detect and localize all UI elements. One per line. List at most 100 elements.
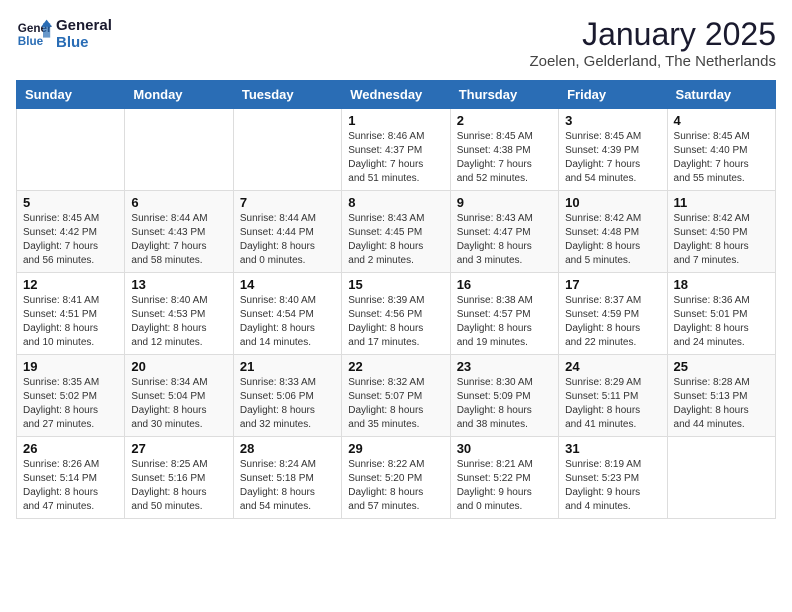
- day-number: 10: [565, 195, 660, 210]
- day-info: Sunrise: 8:46 AM Sunset: 4:37 PM Dayligh…: [348, 130, 443, 186]
- calendar-week-5: 26 Sunrise: 8:26 AM Sunset: 5:14 PM Dayli…: [17, 437, 776, 519]
- logo: General Blue General Blue: [16, 16, 112, 52]
- calendar-cell: [233, 109, 341, 191]
- day-info: Sunrise: 8:44 AM Sunset: 4:43 PM Dayligh…: [131, 212, 226, 268]
- header: General Blue General Blue January 2025 Z…: [16, 16, 776, 70]
- day-info: Sunrise: 8:34 AM Sunset: 5:04 PM Dayligh…: [131, 376, 226, 432]
- calendar-title: January 2025: [529, 16, 776, 53]
- day-info: Sunrise: 8:42 AM Sunset: 4:48 PM Dayligh…: [565, 212, 660, 268]
- day-info: Sunrise: 8:40 AM Sunset: 4:53 PM Dayligh…: [131, 294, 226, 350]
- day-info: Sunrise: 8:28 AM Sunset: 5:13 PM Dayligh…: [674, 376, 769, 432]
- day-number: 17: [565, 277, 660, 292]
- calendar-cell: 4Sunrise: 8:45 AM Sunset: 4:40 PM Daylig…: [667, 109, 775, 191]
- calendar-cell: 20 Sunrise: 8:34 AM Sunset: 5:04 PM Dayli…: [125, 355, 233, 437]
- day-number: 21: [240, 359, 335, 374]
- weekday-header-sunday: Sunday: [17, 81, 125, 109]
- calendar-cell: 21 Sunrise: 8:33 AM Sunset: 5:06 PM Dayli…: [233, 355, 341, 437]
- day-info: Sunrise: 8:33 AM Sunset: 5:06 PM Dayligh…: [240, 376, 335, 432]
- day-info: Sunrise: 8:30 AM Sunset: 5:09 PM Dayligh…: [457, 376, 552, 432]
- day-info: Sunrise: 8:43 AM Sunset: 4:45 PM Dayligh…: [348, 212, 443, 268]
- day-number: 13: [131, 277, 226, 292]
- logo-icon: General Blue: [16, 16, 52, 52]
- day-info: Sunrise: 8:19 AM Sunset: 5:23 PM Dayligh…: [565, 458, 660, 514]
- calendar-cell: 28 Sunrise: 8:24 AM Sunset: 5:18 PM Dayli…: [233, 437, 341, 519]
- day-number: 23: [457, 359, 552, 374]
- calendar-cell: 14 Sunrise: 8:40 AM Sunset: 4:54 PM Dayli…: [233, 273, 341, 355]
- day-info: Sunrise: 8:29 AM Sunset: 5:11 PM Dayligh…: [565, 376, 660, 432]
- day-info: Sunrise: 8:45 AM Sunset: 4:38 PM Dayligh…: [457, 130, 552, 186]
- calendar-cell: [667, 437, 775, 519]
- day-info: Sunrise: 8:45 AM Sunset: 4:39 PM Dayligh…: [565, 130, 660, 186]
- calendar-cell: 31Sunrise: 8:19 AM Sunset: 5:23 PM Dayli…: [559, 437, 667, 519]
- day-number: 12: [23, 277, 118, 292]
- calendar-cell: [125, 109, 233, 191]
- calendar-cell: 19 Sunrise: 8:35 AM Sunset: 5:02 PM Dayli…: [17, 355, 125, 437]
- calendar-week-3: 12 Sunrise: 8:41 AM Sunset: 4:51 PM Dayli…: [17, 273, 776, 355]
- calendar-week-4: 19 Sunrise: 8:35 AM Sunset: 5:02 PM Dayli…: [17, 355, 776, 437]
- day-number: 14: [240, 277, 335, 292]
- day-number: 16: [457, 277, 552, 292]
- calendar-header: SundayMondayTuesdayWednesdayThursdayFrid…: [17, 81, 776, 109]
- calendar-cell: 13 Sunrise: 8:40 AM Sunset: 4:53 PM Dayli…: [125, 273, 233, 355]
- calendar-week-2: 5 Sunrise: 8:45 AM Sunset: 4:42 PM Daylig…: [17, 191, 776, 273]
- calendar-cell: 10 Sunrise: 8:42 AM Sunset: 4:48 PM Dayli…: [559, 191, 667, 273]
- day-info: Sunrise: 8:43 AM Sunset: 4:47 PM Dayligh…: [457, 212, 552, 268]
- day-info: Sunrise: 8:26 AM Sunset: 5:14 PM Dayligh…: [23, 458, 118, 514]
- day-number: 15: [348, 277, 443, 292]
- calendar-cell: [17, 109, 125, 191]
- day-info: Sunrise: 8:35 AM Sunset: 5:02 PM Dayligh…: [23, 376, 118, 432]
- day-info: Sunrise: 8:21 AM Sunset: 5:22 PM Dayligh…: [457, 458, 552, 514]
- day-number: 2: [457, 113, 552, 128]
- calendar-subtitle: Zoelen, Gelderland, The Netherlands: [529, 53, 776, 70]
- day-info: Sunrise: 8:44 AM Sunset: 4:44 PM Dayligh…: [240, 212, 335, 268]
- calendar-week-1: 1 Sunrise: 8:46 AM Sunset: 4:37 PM Daylig…: [17, 109, 776, 191]
- day-number: 3: [565, 113, 660, 128]
- day-info: Sunrise: 8:40 AM Sunset: 4:54 PM Dayligh…: [240, 294, 335, 350]
- day-number: 20: [131, 359, 226, 374]
- day-number: 25: [674, 359, 769, 374]
- weekday-header-thursday: Thursday: [450, 81, 558, 109]
- day-number: 18: [674, 277, 769, 292]
- calendar-table: SundayMondayTuesdayWednesdayThursdayFrid…: [16, 80, 776, 519]
- day-number: 22: [348, 359, 443, 374]
- day-info: Sunrise: 8:24 AM Sunset: 5:18 PM Dayligh…: [240, 458, 335, 514]
- day-number: 7: [240, 195, 335, 210]
- day-number: 5: [23, 195, 118, 210]
- calendar-cell: 11Sunrise: 8:42 AM Sunset: 4:50 PM Dayli…: [667, 191, 775, 273]
- calendar-cell: 25 Sunrise: 8:28 AM Sunset: 5:13 PM Dayli…: [667, 355, 775, 437]
- calendar-cell: 15Sunrise: 8:39 AM Sunset: 4:56 PM Dayli…: [342, 273, 450, 355]
- calendar-cell: 5 Sunrise: 8:45 AM Sunset: 4:42 PM Daylig…: [17, 191, 125, 273]
- calendar-cell: 9Sunrise: 8:43 AM Sunset: 4:47 PM Daylig…: [450, 191, 558, 273]
- day-number: 24: [565, 359, 660, 374]
- day-number: 19: [23, 359, 118, 374]
- calendar-cell: 22 Sunrise: 8:32 AM Sunset: 5:07 PM Dayli…: [342, 355, 450, 437]
- day-number: 28: [240, 441, 335, 456]
- calendar-cell: 27Sunrise: 8:25 AM Sunset: 5:16 PM Dayli…: [125, 437, 233, 519]
- calendar-header-row: SundayMondayTuesdayWednesdayThursdayFrid…: [17, 81, 776, 109]
- calendar-cell: 12 Sunrise: 8:41 AM Sunset: 4:51 PM Dayli…: [17, 273, 125, 355]
- title-area: January 2025 Zoelen, Gelderland, The Net…: [529, 16, 776, 70]
- day-info: Sunrise: 8:36 AM Sunset: 5:01 PM Dayligh…: [674, 294, 769, 350]
- calendar-cell: 23 Sunrise: 8:30 AM Sunset: 5:09 PM Dayli…: [450, 355, 558, 437]
- calendar-cell: 17Sunrise: 8:37 AM Sunset: 4:59 PM Dayli…: [559, 273, 667, 355]
- day-number: 1: [348, 113, 443, 128]
- calendar-cell: 30Sunrise: 8:21 AM Sunset: 5:22 PM Dayli…: [450, 437, 558, 519]
- day-info: Sunrise: 8:41 AM Sunset: 4:51 PM Dayligh…: [23, 294, 118, 350]
- day-info: Sunrise: 8:45 AM Sunset: 4:42 PM Dayligh…: [23, 212, 118, 268]
- day-number: 6: [131, 195, 226, 210]
- svg-text:Blue: Blue: [18, 35, 44, 48]
- logo-general: General: [56, 17, 112, 34]
- day-number: 26: [23, 441, 118, 456]
- weekday-header-monday: Monday: [125, 81, 233, 109]
- day-info: Sunrise: 8:32 AM Sunset: 5:07 PM Dayligh…: [348, 376, 443, 432]
- day-info: Sunrise: 8:45 AM Sunset: 4:40 PM Dayligh…: [674, 130, 769, 186]
- calendar-cell: 6 Sunrise: 8:44 AM Sunset: 4:43 PM Daylig…: [125, 191, 233, 273]
- calendar-cell: 26 Sunrise: 8:26 AM Sunset: 5:14 PM Dayli…: [17, 437, 125, 519]
- weekday-header-saturday: Saturday: [667, 81, 775, 109]
- logo-blue: Blue: [56, 34, 112, 51]
- calendar-cell: 24 Sunrise: 8:29 AM Sunset: 5:11 PM Dayli…: [559, 355, 667, 437]
- calendar-cell: 1 Sunrise: 8:46 AM Sunset: 4:37 PM Daylig…: [342, 109, 450, 191]
- calendar-cell: 8Sunrise: 8:43 AM Sunset: 4:45 PM Daylig…: [342, 191, 450, 273]
- day-info: Sunrise: 8:38 AM Sunset: 4:57 PM Dayligh…: [457, 294, 552, 350]
- calendar-cell: 29Sunrise: 8:22 AM Sunset: 5:20 PM Dayli…: [342, 437, 450, 519]
